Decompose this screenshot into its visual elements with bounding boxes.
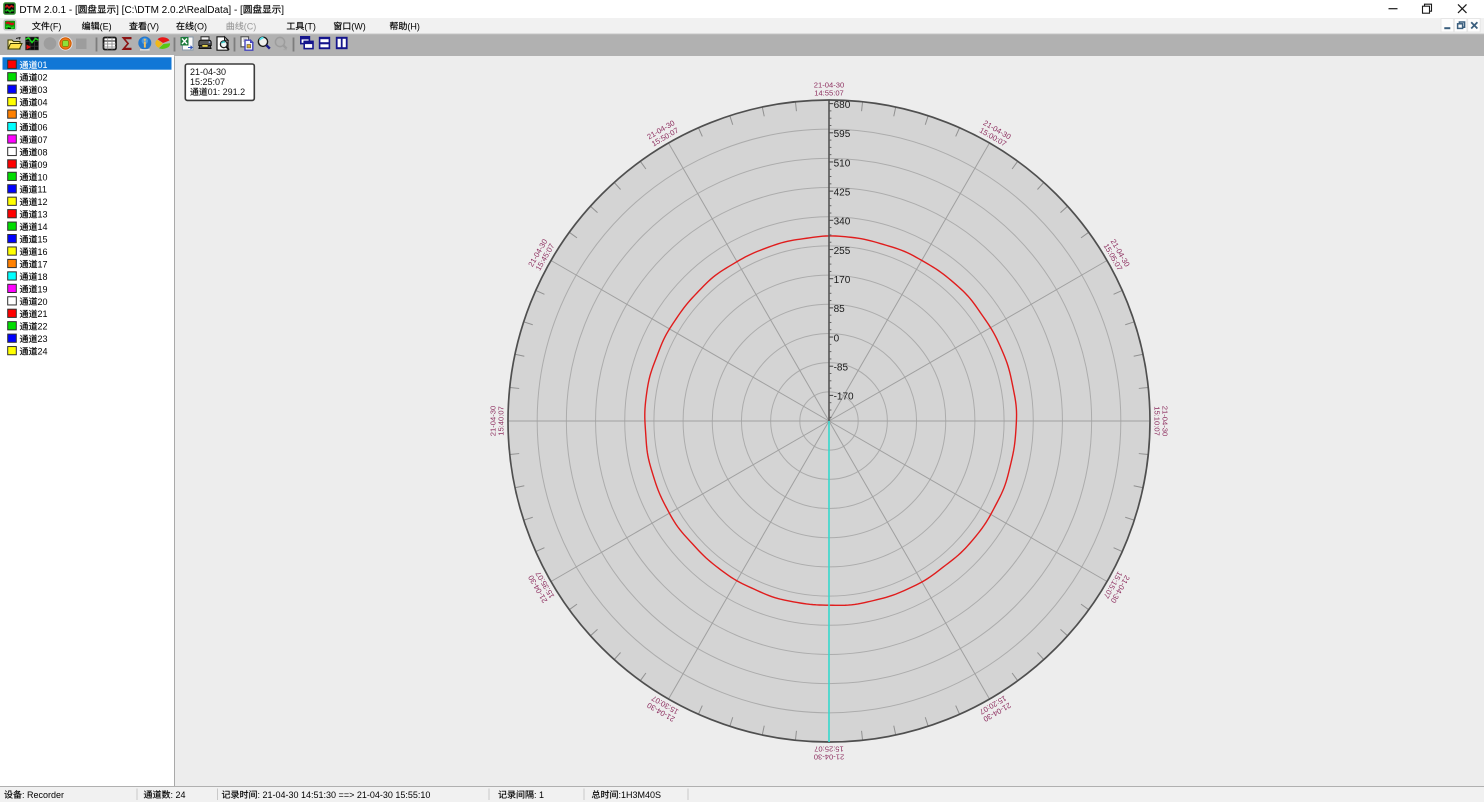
svg-text:13: 13 <box>38 210 48 220</box>
svg-text:15:25:07: 15:25:07 <box>814 744 844 753</box>
svg-text:15: 15 <box>38 235 48 245</box>
svg-text:12: 12 <box>38 197 48 207</box>
svg-text:08: 08 <box>38 147 48 157</box>
svg-text:17: 17 <box>38 259 48 269</box>
svg-text:14:55:07: 14:55:07 <box>814 89 844 98</box>
svg-text:170: 170 <box>834 275 851 286</box>
svg-text:06: 06 <box>38 122 48 132</box>
svg-text:22: 22 <box>38 322 48 332</box>
svg-text:595: 595 <box>834 129 851 140</box>
svg-text:09: 09 <box>38 160 48 170</box>
svg-text:340: 340 <box>834 217 851 228</box>
svg-text:0: 0 <box>834 333 840 344</box>
svg-text:02: 02 <box>38 73 48 83</box>
svg-text:: 24: : 24 <box>171 790 186 800</box>
svg-text:(E): (E) <box>100 21 112 31</box>
svg-text:(W): (W) <box>351 21 366 31</box>
svg-text:(O): (O) <box>194 21 207 31</box>
svg-text:(V): (V) <box>147 21 159 31</box>
svg-text:15:40:07: 15:40:07 <box>497 406 506 436</box>
svg-text:(T): (T) <box>304 21 316 31</box>
svg-text:24: 24 <box>38 347 48 357</box>
svg-text:20: 20 <box>38 297 48 307</box>
svg-text:15:10:07: 15:10:07 <box>1152 406 1161 436</box>
svg-text:510: 510 <box>834 158 851 169</box>
svg-text:19: 19 <box>38 284 48 294</box>
svg-text:15:25:07: 15:25:07 <box>190 77 225 87</box>
svg-text:: 1: : 1 <box>534 790 544 800</box>
svg-text::1H3M40S: :1H3M40S <box>619 790 662 800</box>
svg-text:18: 18 <box>38 272 48 282</box>
svg-text:07: 07 <box>38 135 48 145</box>
svg-text:DTM 2.0.1 - [: DTM 2.0.1 - [ <box>19 5 78 16</box>
svg-text:21-04-30: 21-04-30 <box>190 67 226 77</box>
svg-text:01: 291.2: 01: 291.2 <box>208 87 246 97</box>
svg-text:(H): (H) <box>407 21 420 31</box>
svg-text:(C): (C) <box>244 21 256 31</box>
svg-text:04: 04 <box>38 98 48 108</box>
svg-text:11: 11 <box>38 185 47 195</box>
svg-text:03: 03 <box>38 85 48 95</box>
svg-text:] [C:\DTM 2.0.2\RealData] - [: ] [C:\DTM 2.0.2\RealData] - [ <box>116 5 243 16</box>
svg-text:23: 23 <box>38 334 48 344</box>
svg-text:10: 10 <box>38 172 48 182</box>
svg-text:425: 425 <box>834 187 851 198</box>
svg-text:01: 01 <box>38 60 48 70</box>
svg-text:255: 255 <box>834 246 851 257</box>
svg-text:16: 16 <box>38 247 48 257</box>
svg-text:(F): (F) <box>50 21 62 31</box>
svg-text:-85: -85 <box>834 363 849 374</box>
svg-text:21: 21 <box>38 309 48 319</box>
svg-text:85: 85 <box>834 304 846 315</box>
svg-text:-170: -170 <box>834 392 854 403</box>
svg-text:: Recorder: : Recorder <box>22 790 64 800</box>
svg-text:14: 14 <box>38 222 48 232</box>
svg-text:]: ] <box>281 5 284 16</box>
svg-text:05: 05 <box>38 110 48 120</box>
svg-text:: 21-04-30 14:51:30 ==> 21-04-: : 21-04-30 14:51:30 ==> 21-04-30 15:55:1… <box>258 790 431 800</box>
svg-text:680: 680 <box>834 100 851 111</box>
